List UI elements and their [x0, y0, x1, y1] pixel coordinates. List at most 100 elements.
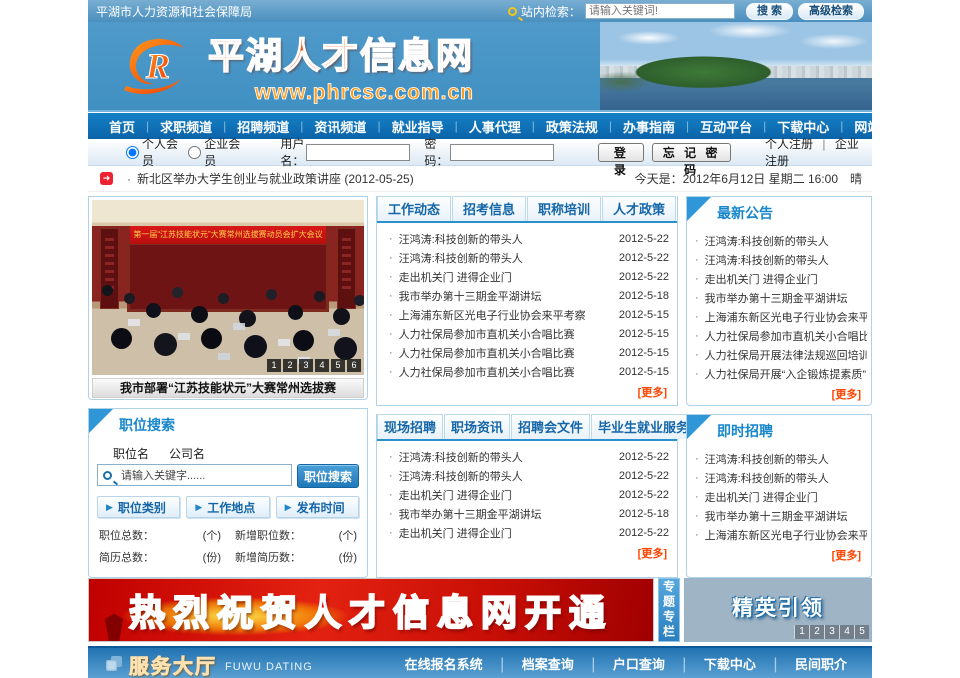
news-title-link[interactable]: 汪鸿涛:科技创新的带头人: [705, 252, 867, 268]
news-title-link[interactable]: 我市举办第十三期金平湖讲坛: [399, 288, 613, 304]
username-field[interactable]: [306, 144, 410, 161]
nav-item[interactable]: 人事代理: [458, 117, 532, 136]
elite-banner-text: 精英引领: [732, 592, 824, 622]
news-row: · 上海浦东新区光电子行业协会来平考察 2012-5-15: [385, 305, 669, 324]
ticker-headline[interactable]: 新北区举办大学生创业与就业政策讲座 (2012-05-25): [137, 170, 414, 187]
footer-separator: |: [500, 656, 504, 673]
footer-link[interactable]: 在线报名系统: [392, 657, 496, 672]
celebration-banner[interactable]: 热烈祝贺人才信息网开通: [88, 578, 654, 642]
job-search-tab[interactable]: 公司名: [159, 443, 215, 464]
news-title-link[interactable]: 人力社保局参加市直机关小合唱比赛: [705, 328, 867, 344]
special-column-strip[interactable]: 专题专栏: [658, 578, 680, 642]
more-link[interactable]: [更多]: [832, 550, 861, 562]
banner-page-button[interactable]: 5: [854, 625, 869, 639]
photo-caption[interactable]: 我市部署“江苏技能状元”大赛常州选拔赛: [92, 378, 364, 398]
news-tab[interactable]: 招考信息: [452, 196, 526, 221]
news-title-link[interactable]: 走出机关门 进得企业门: [705, 489, 867, 505]
nav-item[interactable]: 就业指导: [381, 117, 455, 136]
banner-page-button[interactable]: 4: [839, 625, 854, 639]
news-title-link[interactable]: 走出机关门 进得企业门: [705, 271, 867, 287]
news-title-link[interactable]: 我市举办第十三期金平湖讲坛: [399, 506, 613, 522]
news-title-link[interactable]: 汪鸿涛:科技创新的带头人: [705, 470, 867, 486]
nav-item[interactable]: 网站地图: [843, 117, 917, 136]
bullet-icon: ·: [695, 273, 699, 285]
photo-page-button[interactable]: 2: [283, 359, 297, 372]
news-title-link[interactable]: 上海浦东新区光电子行业协会来平考察: [399, 307, 613, 323]
footer-link[interactable]: 档案查询: [509, 657, 587, 672]
job-keyword-input[interactable]: 请输入关键字......: [97, 464, 292, 486]
news-title-link[interactable]: 走出机关门 进得企业门: [399, 269, 613, 285]
forgot-password-button[interactable]: 忘 记 密 码: [652, 143, 731, 162]
news-tab[interactable]: 工作动态: [377, 196, 451, 221]
news-title-link[interactable]: 汪鸿涛:科技创新的带头人: [705, 451, 867, 467]
news-tab[interactable]: 招聘会文件: [511, 414, 590, 439]
more-link[interactable]: [更多]: [638, 548, 667, 560]
nav-item[interactable]: 政策法规: [535, 117, 609, 136]
company-member-label: 企业会员: [204, 135, 240, 169]
nav-item[interactable]: 求职频道: [149, 117, 223, 136]
banner-page-button[interactable]: 2: [809, 625, 824, 639]
job-search-button[interactable]: 职位搜索: [297, 464, 359, 488]
login-button[interactable]: 登 录: [598, 143, 644, 162]
footer-link[interactable]: 民间职介: [782, 657, 860, 672]
news-title-link[interactable]: 汪鸿涛:科技创新的带头人: [705, 233, 867, 249]
personal-register-link[interactable]: 个人注册: [765, 137, 813, 151]
nav-item[interactable]: 首页: [98, 117, 146, 136]
announcements-title: 最新公告: [687, 197, 871, 229]
footer-link[interactable]: 下载中心: [691, 657, 769, 672]
company-member-option[interactable]: 企业会员: [188, 135, 240, 169]
footer-link[interactable]: 户口查询: [600, 657, 678, 672]
news-title-link[interactable]: 人力社保局开展“入企锻炼提素质”: [705, 366, 867, 382]
photo-page-button[interactable]: 1: [267, 359, 281, 372]
meeting-photo[interactable]: 第一届“江苏技能状元”大赛常州选拔赛动员会扩大会议 123456: [92, 200, 364, 375]
site-search-button[interactable]: 搜 索: [746, 3, 793, 20]
nav-item[interactable]: 互动平台: [689, 117, 763, 136]
advanced-search-button[interactable]: 高级检索: [798, 3, 864, 20]
nav-item[interactable]: 招聘频道: [226, 117, 300, 136]
news-title-link[interactable]: 汪鸿涛:科技创新的带头人: [399, 231, 613, 247]
news-title-link[interactable]: 走出机关门 进得企业门: [399, 525, 613, 541]
company-member-radio[interactable]: [188, 146, 201, 159]
photo-page-button[interactable]: 6: [347, 359, 361, 372]
elite-banner[interactable]: 精英引领 12345: [684, 578, 872, 642]
news-title-link[interactable]: 我市举办第十三期金平湖讲坛: [705, 508, 867, 524]
banner-page-button[interactable]: 3: [824, 625, 839, 639]
bullet-icon: ·: [695, 510, 699, 522]
job-filter-button[interactable]: ▶ 发布时间: [276, 496, 359, 518]
personal-member-option[interactable]: 个人会员: [126, 135, 178, 169]
news-tab[interactable]: 现场招聘: [377, 414, 443, 439]
more-link[interactable]: [更多]: [638, 387, 667, 399]
news-title-link[interactable]: 人力社保局开展法律法规巡回培训: [705, 347, 867, 363]
more-link[interactable]: [更多]: [832, 389, 861, 401]
job-filter-button[interactable]: ▶ 职位类别: [97, 496, 180, 518]
news-title-link[interactable]: 上海浦东新区光电子行业协会来平考: [705, 309, 867, 325]
news-tab[interactable]: 职称培训: [527, 196, 601, 221]
news-title-link[interactable]: 走出机关门 进得企业门: [399, 487, 613, 503]
photo-page-button[interactable]: 4: [315, 359, 329, 372]
job-search-tab[interactable]: 职位名: [103, 443, 159, 464]
news-title-link[interactable]: 我市举办第十三期金平湖讲坛: [705, 290, 867, 306]
news-title-link[interactable]: 汪鸿涛:科技创新的带头人: [399, 449, 613, 465]
nav-item[interactable]: 下载中心: [766, 117, 840, 136]
news-title-link[interactable]: 上海浦东新区光电子行业协会来平考: [705, 527, 867, 543]
job-stat-label: 简历总数：: [99, 549, 154, 565]
news-title-link[interactable]: 人力社保局参加市直机关小合唱比赛: [399, 326, 613, 342]
job-filter-button[interactable]: ▶ 工作地点: [186, 496, 269, 518]
personal-member-radio[interactable]: [126, 146, 139, 159]
photo-page-button[interactable]: 3: [299, 359, 313, 372]
news-tab[interactable]: 人才政策: [602, 196, 676, 221]
news-title-link[interactable]: 汪鸿涛:科技创新的带头人: [399, 468, 613, 484]
nav-item[interactable]: 办事指南: [612, 117, 686, 136]
news-tab[interactable]: 职场资讯: [444, 414, 510, 439]
site-search-input[interactable]: [585, 3, 735, 19]
password-field[interactable]: [450, 144, 554, 161]
banner-page-button[interactable]: 1: [794, 625, 809, 639]
logo-area[interactable]: R 平湖人才信息网 www.phrcsc.com.cn: [88, 22, 474, 110]
news-title-link[interactable]: 汪鸿涛:科技创新的带头人: [399, 250, 613, 266]
photo-page-button[interactable]: 5: [331, 359, 345, 372]
news-title-link[interactable]: 人力社保局参加市直机关小合唱比赛: [399, 364, 613, 380]
nav-item[interactable]: 资讯频道: [303, 117, 377, 136]
news-title-link[interactable]: 人力社保局参加市直机关小合唱比赛: [399, 345, 613, 361]
news-tab[interactable]: 毕业生就业服务: [591, 414, 696, 439]
bullet-icon: ·: [695, 311, 699, 323]
